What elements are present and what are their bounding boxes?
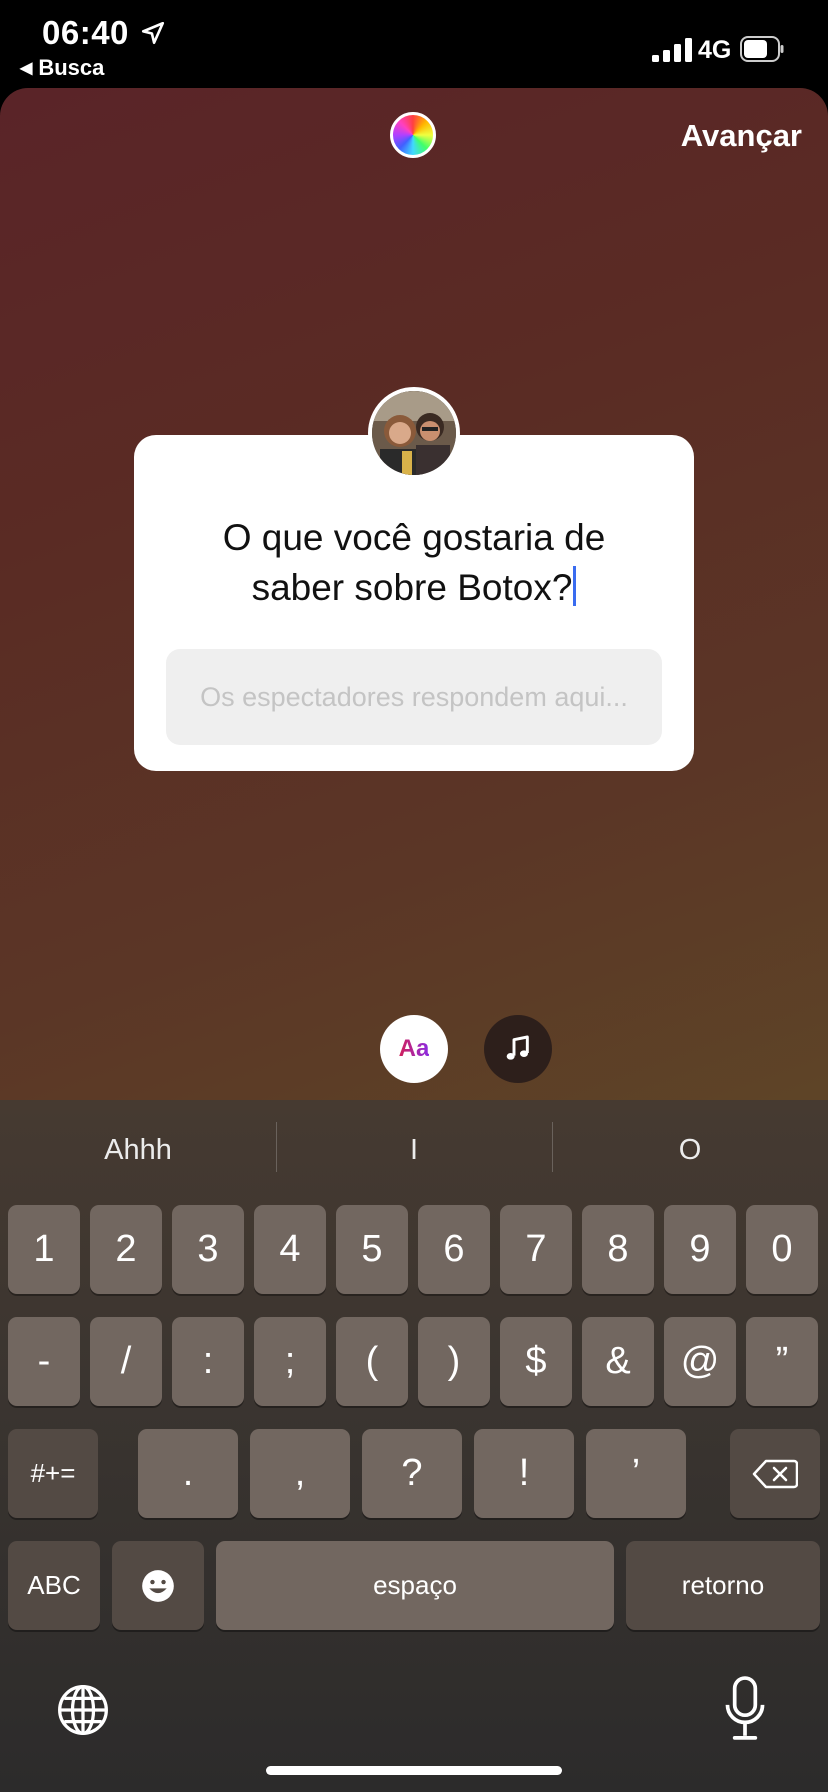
key-9[interactable]: 9 [664,1205,736,1294]
key-5[interactable]: 5 [336,1205,408,1294]
question-sticker[interactable]: O que você gostaria de saber sobre Botox… [134,387,694,771]
cellular-signal-icon [652,38,692,62]
suggestion-item[interactable]: Ahhh [0,1100,276,1200]
globe-icon[interactable] [55,1682,111,1738]
suggestion-bar: Ahhh I O [0,1100,828,1200]
key-open-paren[interactable]: ( [336,1317,408,1406]
abc-key[interactable]: ABC [8,1541,100,1630]
key-1[interactable]: 1 [8,1205,80,1294]
key-quote[interactable]: ” [746,1317,818,1406]
text-cursor [573,566,577,606]
home-indicator[interactable] [266,1766,562,1775]
avatar-photo [372,391,456,475]
suggestion-item[interactable]: O [552,1100,828,1200]
key-question[interactable]: ? [362,1429,462,1518]
answer-field: Os espectadores respondem aqui... [166,649,662,745]
emoji-icon [142,1569,174,1602]
clock: 06:40 [42,14,129,51]
key-period[interactable]: . [138,1429,238,1518]
key-slash[interactable]: / [90,1317,162,1406]
question-line-2: saber sobre Botox? [154,563,674,613]
key-3[interactable]: 3 [172,1205,244,1294]
music-note-icon [506,1035,529,1060]
key-colon[interactable]: : [172,1317,244,1406]
question-text[interactable]: O que você gostaria de saber sobre Botox… [154,513,674,613]
music-button[interactable] [484,1015,552,1083]
key-6[interactable]: 6 [418,1205,490,1294]
back-caret-icon: ◀ [20,60,33,77]
status-bar: 06:40 ◀ Busca 4G [0,0,828,90]
story-canvas[interactable]: Avançar O que você gostaria de saber sob… [0,88,828,1118]
key-hyphen[interactable]: - [8,1317,80,1406]
key-7[interactable]: 7 [500,1205,572,1294]
answer-placeholder: Os espectadores respondem aqui... [200,681,628,712]
key-ampersand[interactable]: & [582,1317,654,1406]
key-8[interactable]: 8 [582,1205,654,1294]
question-line-1: O que você gostaria de [222,517,606,558]
microphone-icon[interactable] [724,1676,766,1742]
key-0[interactable]: 0 [746,1205,818,1294]
symbols-toggle-key[interactable]: #+= [8,1429,98,1518]
color-picker-icon[interactable] [390,112,436,158]
return-key[interactable]: retorno [626,1541,820,1630]
emoji-key[interactable] [112,1541,204,1630]
next-button[interactable]: Avançar [681,118,802,154]
avatar [368,387,460,479]
battery-icon [740,36,784,62]
key-exclamation[interactable]: ! [474,1429,574,1518]
delete-key[interactable] [730,1429,820,1518]
network-type: 4G [698,36,732,64]
text-style-button[interactable]: Aa [380,1015,448,1083]
key-comma[interactable]: , [250,1429,350,1518]
space-key[interactable]: espaço [216,1541,614,1630]
back-to-app-link[interactable]: ◀ Busca [20,55,104,81]
key-semicolon[interactable]: ; [254,1317,326,1406]
suggestion-item[interactable]: I [276,1100,552,1200]
question-line-2-text: saber sobre Botox? [251,567,573,608]
key-at[interactable]: @ [664,1317,736,1406]
key-2[interactable]: 2 [90,1205,162,1294]
key-close-paren[interactable]: ) [418,1317,490,1406]
back-app-label: Busca [38,55,105,80]
key-4[interactable]: 4 [254,1205,326,1294]
backspace-icon [752,1459,798,1488]
location-arrow-icon [141,21,165,45]
key-apostrophe[interactable]: ’ [586,1429,686,1518]
key-dollar[interactable]: $ [500,1317,572,1406]
text-style-label: Aa [398,1035,430,1062]
